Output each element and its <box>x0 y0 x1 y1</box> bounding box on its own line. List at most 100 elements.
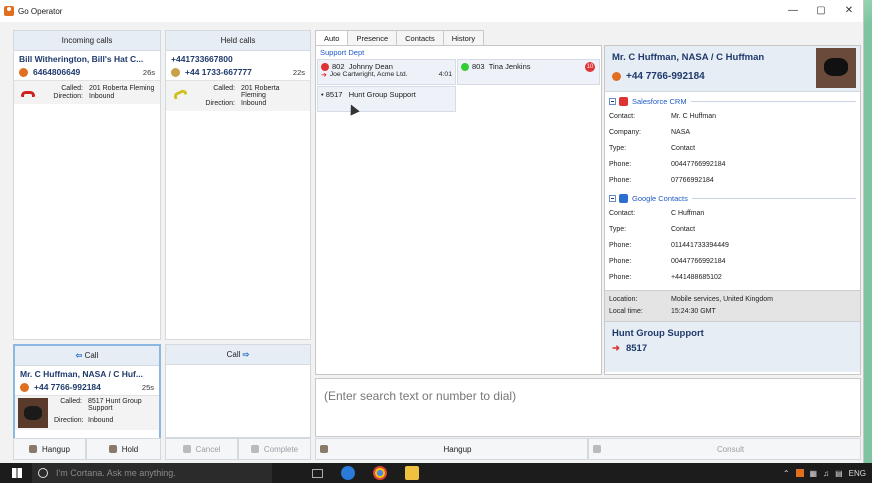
connected-party: Joe Cartwright, Acme Ltd. <box>329 71 408 79</box>
extension-card-802[interactable]: 802 Johnny Dean ➜ Joe Cartwright, Acme Lt… <box>317 59 456 85</box>
directory-tabs: Auto Presence Contacts History <box>315 30 485 46</box>
cancel-button[interactable]: Cancel <box>165 438 238 460</box>
notifications-icon[interactable]: ▤ <box>835 469 843 478</box>
arrow-right-icon: ➜ <box>612 343 620 354</box>
contact-phone: +44 7766-992184 <box>626 71 705 82</box>
transfer-left-label: Call <box>84 351 99 360</box>
local-time-label: Local time: <box>609 308 643 315</box>
google-contacts-section-header[interactable]: Google Contacts <box>605 191 860 206</box>
held-caller-number: +44 1733-667777 <box>185 67 252 77</box>
google-contacts-icon <box>619 194 628 203</box>
complete-button[interactable]: Complete <box>238 438 311 460</box>
held-call-item[interactable]: +441733667800 +44 1733-667777 22s Called:… <box>166 51 310 111</box>
window-title: Go Operator <box>18 6 63 16</box>
called-label: Called: <box>60 398 82 405</box>
chevron-up-icon[interactable]: ⌃ <box>783 469 790 478</box>
ringing-phone-icon <box>21 91 35 97</box>
app-icon <box>4 6 14 16</box>
language-indicator[interactable]: ENG <box>849 469 866 478</box>
collapse-icon[interactable] <box>609 195 616 202</box>
search-input[interactable]: (Enter search text or number to dial) <box>315 378 861 437</box>
incoming-calls-header: Incoming calls <box>14 31 160 51</box>
current-duration: 25s <box>141 382 154 392</box>
direction-value: Inbound <box>88 417 114 424</box>
cortana-icon <box>38 468 48 478</box>
bullet: • <box>321 90 324 99</box>
hangup-icon <box>28 445 37 453</box>
transfer-target-panel: Call ⇨ <box>165 344 311 438</box>
network-icon[interactable]: ▦ <box>810 469 818 478</box>
direction-value: Inbound <box>89 93 115 100</box>
salesforce-fields: Contact: Mr. C Huffman Company: NASA Type:… <box>609 113 726 184</box>
hangup-label: Hangup <box>41 444 71 454</box>
hunt-group-name: Hunt Group Support <box>612 328 704 339</box>
directory-panel: Support Dept 802 Johnny Dean ➜ Joe Cartwr… <box>315 45 602 375</box>
held-caller-name: +441733667800 <box>171 54 233 64</box>
called-value: 201 Roberta Fleming <box>89 85 155 92</box>
collapse-icon[interactable] <box>609 98 616 105</box>
taskbar: I'm Cortana. Ask me anything. ⌃ ▦ ♫ ▤ EN… <box>0 463 872 483</box>
extension-card-803[interactable]: 803 Tina Jenkins 10 <box>457 59 600 85</box>
consult-button[interactable]: Consult <box>588 438 861 460</box>
transfer-right-label: Call <box>226 350 241 359</box>
system-tray: ⌃ ▦ ♫ ▤ ENG <box>783 469 872 478</box>
tab-contacts[interactable]: Contacts <box>396 30 444 45</box>
maximize-button[interactable]: ▢ <box>807 0 835 22</box>
hangup-main-label: Hangup <box>443 444 472 454</box>
held-calls-panel: Held calls +441733667800 +44 1733-667777… <box>165 30 311 340</box>
called-value: 201 Roberta Fleming <box>241 85 280 99</box>
caller-avatar <box>18 398 48 428</box>
chrome-icon[interactable] <box>373 466 387 480</box>
volume-icon[interactable]: ♫ <box>823 469 829 478</box>
extension-number: 802 <box>332 62 345 71</box>
hold-icon <box>108 445 117 453</box>
person-icon <box>612 72 621 81</box>
title-bar: Go Operator — ▢ ✕ <box>0 0 863 22</box>
hangup-button[interactable]: Hangup <box>13 438 86 460</box>
tray-app-icon[interactable] <box>795 469 804 477</box>
location-block: Location: Mobile services, United Kingdom… <box>605 290 860 322</box>
hold-button[interactable]: Hold <box>86 438 161 460</box>
extension-card-8517[interactable]: • 8517 Hunt Group Support <box>317 86 456 112</box>
contact-info-panel: Mr. C Huffman, NASA / C Huffman +44 7766… <box>604 45 861 375</box>
current-caller-number: +44 7766-992184 <box>34 382 101 392</box>
salesforce-icon <box>619 97 628 106</box>
close-button[interactable]: ✕ <box>835 0 863 22</box>
consult-label: Consult <box>716 444 745 454</box>
person-icon <box>171 67 180 77</box>
hold-label: Hold <box>121 444 139 454</box>
group-label: Support Dept <box>320 48 365 57</box>
salesforce-section-header[interactable]: Salesforce CRM <box>605 94 860 109</box>
cortana-search[interactable]: I'm Cortana. Ask me anything. <box>32 463 272 483</box>
edge-icon[interactable] <box>341 466 355 480</box>
tab-presence[interactable]: Presence <box>347 30 398 45</box>
incoming-call-item[interactable]: Bill Witherington, Bill's Hat C... 64648… <box>14 51 160 104</box>
count-badge: 10 <box>585 62 595 72</box>
file-explorer-icon[interactable] <box>405 466 419 480</box>
incoming-duration: 26s <box>142 67 155 77</box>
hangup-main-button[interactable]: Hangup <box>315 438 588 460</box>
google-fields: Contact: C Huffman Type: Contact Phone: 011… <box>609 210 729 281</box>
transfer-left-button[interactable]: ⇦ Call <box>15 346 159 366</box>
direction-label: Direction: <box>53 93 83 100</box>
person-icon <box>20 382 29 392</box>
cancel-icon <box>182 445 191 453</box>
tab-history[interactable]: History <box>442 30 485 45</box>
location-label: Location: <box>609 296 638 303</box>
called-label: Called: <box>213 85 235 92</box>
windows-start-icon[interactable] <box>12 468 22 478</box>
transfer-right-button[interactable]: Call ⇨ <box>166 345 310 365</box>
incoming-calls-panel: Incoming calls Bill Witherington, Bill's… <box>13 30 161 340</box>
task-view-icon[interactable] <box>312 468 323 478</box>
direction-value: Inbound <box>241 100 267 107</box>
incoming-caller-name: Bill Witherington, Bill's Hat C... <box>19 54 144 64</box>
contact-name: Mr. C Huffman, NASA / C Huffman <box>612 52 765 63</box>
extension-name: Tina Jenkins <box>488 62 531 71</box>
tab-auto[interactable]: Auto <box>315 30 349 46</box>
extension-number: 803 <box>472 62 485 71</box>
extension-name: Hunt Group Support <box>348 90 416 99</box>
minimize-button[interactable]: — <box>779 0 807 22</box>
held-duration: 22s <box>292 67 305 77</box>
held-calls-header: Held calls <box>166 31 310 51</box>
hangup-icon <box>320 445 328 453</box>
